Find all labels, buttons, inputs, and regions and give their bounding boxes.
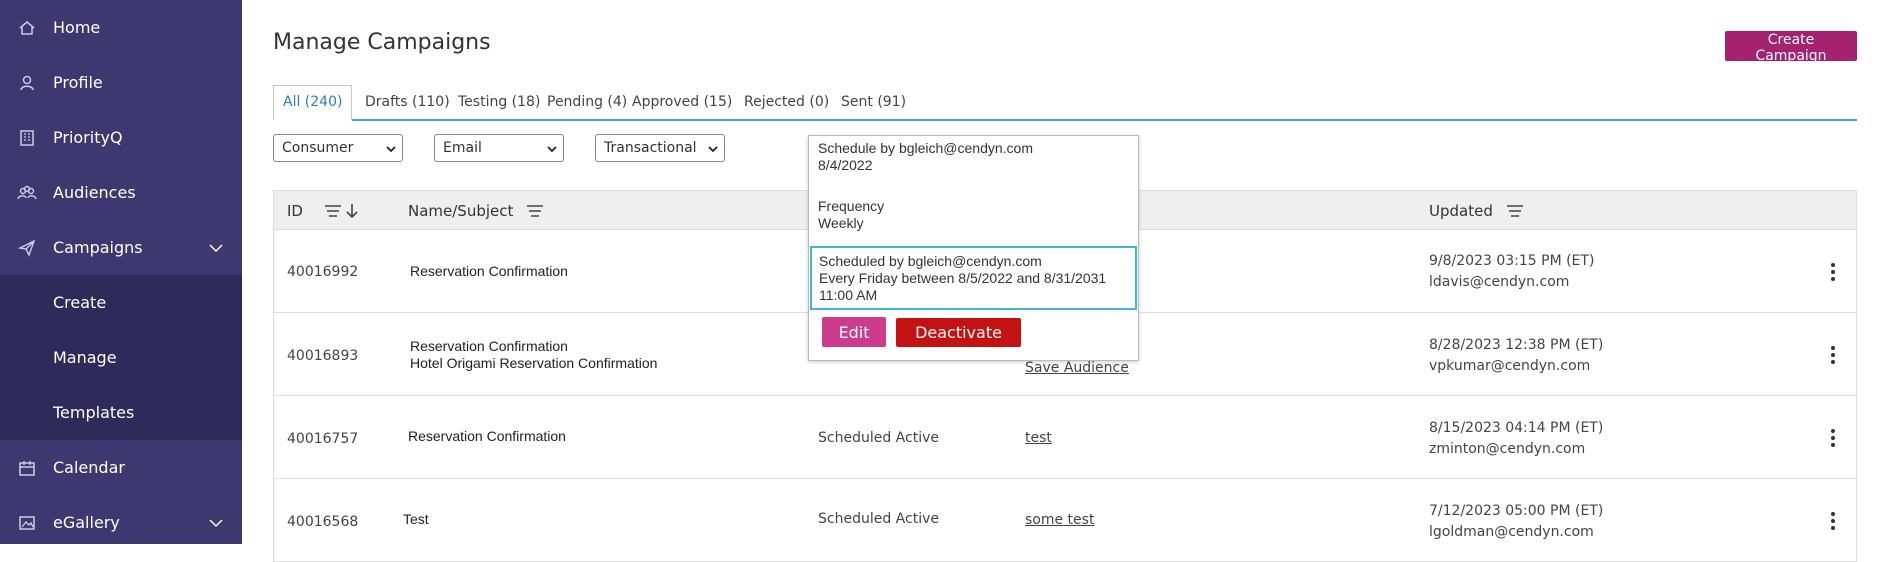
sidebar-item-egallery[interactable]: eGallery bbox=[0, 495, 242, 550]
edit-schedule-button[interactable]: Edit bbox=[822, 317, 886, 347]
audience-link[interactable]: test bbox=[1025, 430, 1052, 446]
sidebar-item-label: Create bbox=[53, 293, 107, 312]
table-row[interactable]: 40016568 Test Scheduled Active some test… bbox=[273, 479, 1857, 562]
sidebar-item-label: Audiences bbox=[53, 183, 136, 202]
updated-date: 8/15/2023 04:14 PM (ET) bbox=[1429, 420, 1604, 436]
send-icon bbox=[16, 237, 38, 259]
campaign-subject: Hotel Origami Reservation Confirmation bbox=[410, 355, 658, 371]
building-icon bbox=[16, 127, 38, 149]
audience-type-select[interactable]: Consumer bbox=[273, 134, 403, 162]
sidebar-item-calendar[interactable]: Calendar bbox=[0, 440, 242, 495]
sidebar-item-label: Home bbox=[53, 18, 101, 37]
column-header-name[interactable]: Name/Subject bbox=[408, 191, 513, 231]
sidebar-item-label: Calendar bbox=[53, 458, 125, 477]
category-select[interactable]: Transactional bbox=[595, 134, 725, 162]
column-header-id[interactable]: ID bbox=[287, 191, 303, 231]
sidebar: Home Profile PriorityQ Audiences Campaig… bbox=[0, 0, 242, 544]
sidebar-item-label: Manage bbox=[53, 348, 117, 367]
category-value: Transactional bbox=[604, 140, 697, 156]
campaign-status[interactable]: Scheduled Active bbox=[818, 511, 939, 527]
user-icon bbox=[16, 72, 38, 94]
home-icon bbox=[16, 17, 38, 39]
updated-user: zminton@cendyn.com bbox=[1429, 441, 1586, 457]
updated-user: vpkumar@cendyn.com bbox=[1429, 358, 1591, 374]
chevron-down-icon bbox=[386, 146, 396, 153]
chevron-down-icon[interactable] bbox=[208, 240, 224, 256]
updated-user: ldavis@cendyn.com bbox=[1429, 274, 1570, 290]
sidebar-item-profile[interactable]: Profile bbox=[0, 55, 242, 110]
tab-testing[interactable]: Testing (18) bbox=[449, 85, 549, 119]
schedule-details[interactable]: Scheduled by bgleich@cendyn.com Every Fr… bbox=[810, 246, 1137, 310]
updated-date: 7/12/2023 05:00 PM (ET) bbox=[1429, 503, 1604, 519]
campaign-id: 40016992 bbox=[287, 264, 359, 280]
schedule-popover: Schedule by bgleich@cendyn.com 8/4/2022 … bbox=[808, 135, 1139, 361]
sidebar-item-label: Templates bbox=[53, 403, 135, 422]
table-row[interactable]: 40016757 Reservation Confirmation Schedu… bbox=[273, 396, 1857, 479]
sidebar-item-home[interactable]: Home bbox=[0, 0, 242, 55]
more-options-icon[interactable] bbox=[1830, 262, 1836, 282]
chevron-down-icon bbox=[547, 146, 557, 153]
sidebar-item-audiences[interactable]: Audiences bbox=[0, 165, 242, 220]
sort-descending-icon[interactable] bbox=[324, 203, 360, 219]
create-campaign-button[interactable]: Create Campaign bbox=[1725, 31, 1857, 64]
sidebar-item-manage[interactable]: Manage bbox=[0, 330, 242, 385]
audience-link[interactable]: some test bbox=[1025, 512, 1094, 528]
more-options-icon[interactable] bbox=[1830, 345, 1836, 365]
sidebar-item-templates[interactable]: Templates bbox=[0, 385, 242, 440]
updated-user: lgoldman@cendyn.com bbox=[1429, 524, 1594, 540]
campaign-name[interactable]: Reservation Confirmation bbox=[410, 263, 568, 279]
page-title: Manage Campaigns bbox=[273, 30, 491, 55]
frequency-label: Frequency bbox=[818, 198, 885, 214]
tab-sent[interactable]: Sent (91) bbox=[832, 85, 915, 119]
updated-date: 8/28/2023 12:38 PM (ET) bbox=[1429, 337, 1604, 353]
sidebar-item-label: eGallery bbox=[53, 513, 120, 532]
schedule-date: 8/4/2022 bbox=[818, 157, 873, 173]
image-icon bbox=[16, 512, 38, 534]
channel-select[interactable]: Email bbox=[434, 134, 564, 162]
deactivate-button[interactable]: Deactivate bbox=[896, 318, 1021, 347]
tab-pending[interactable]: Pending (4) bbox=[538, 85, 636, 119]
status-tabs: All (240) Drafts (110) Testing (18) Pend… bbox=[273, 85, 1857, 121]
sidebar-item-priorityq[interactable]: PriorityQ bbox=[0, 110, 242, 165]
sidebar-item-campaigns[interactable]: Campaigns bbox=[0, 220, 242, 275]
sort-icon[interactable] bbox=[526, 203, 546, 219]
campaign-name[interactable]: Reservation Confirmation bbox=[408, 428, 566, 444]
scheduled-by-text: Scheduled by bgleich@cendyn.com bbox=[819, 253, 1042, 269]
frequency-value: Weekly bbox=[818, 215, 864, 231]
schedule-by-text: Schedule by bgleich@cendyn.com bbox=[818, 140, 1034, 156]
more-options-icon[interactable] bbox=[1830, 428, 1836, 448]
chevron-down-icon bbox=[708, 146, 718, 153]
schedule-rule: Every Friday between 8/5/2022 and 8/31/2… bbox=[819, 270, 1107, 286]
tab-drafts[interactable]: Drafts (110) bbox=[356, 85, 459, 119]
sidebar-item-label: PriorityQ bbox=[53, 128, 123, 147]
column-header-updated[interactable]: Updated bbox=[1429, 191, 1493, 231]
sidebar-item-create[interactable]: Create bbox=[0, 275, 242, 330]
tab-rejected[interactable]: Rejected (0) bbox=[735, 85, 838, 119]
sidebar-item-label: Profile bbox=[53, 73, 103, 92]
campaigns-submenu: Create Manage Templates bbox=[0, 275, 242, 440]
audience-type-value: Consumer bbox=[282, 140, 354, 156]
schedule-time: 11:00 AM bbox=[819, 287, 878, 303]
sort-icon[interactable] bbox=[1506, 203, 1526, 219]
campaign-status[interactable]: Scheduled Active bbox=[818, 430, 939, 446]
campaign-id: 40016893 bbox=[287, 348, 359, 364]
campaign-id: 40016568 bbox=[287, 514, 359, 530]
people-icon bbox=[16, 182, 38, 204]
campaign-id: 40016757 bbox=[287, 431, 359, 447]
calendar-icon bbox=[16, 457, 38, 479]
campaign-name[interactable]: Reservation Confirmation bbox=[410, 338, 568, 354]
updated-date: 9/8/2023 03:15 PM (ET) bbox=[1429, 253, 1595, 269]
audience-link[interactable]: Save Audience bbox=[1025, 360, 1129, 376]
more-options-icon[interactable] bbox=[1830, 511, 1836, 531]
tab-approved[interactable]: Approved (15) bbox=[623, 85, 741, 119]
sidebar-item-label: Campaigns bbox=[53, 238, 143, 257]
campaign-name[interactable]: Test bbox=[403, 511, 429, 527]
channel-value: Email bbox=[443, 140, 482, 156]
chevron-down-icon[interactable] bbox=[208, 515, 224, 531]
tab-all[interactable]: All (240) bbox=[273, 85, 353, 121]
